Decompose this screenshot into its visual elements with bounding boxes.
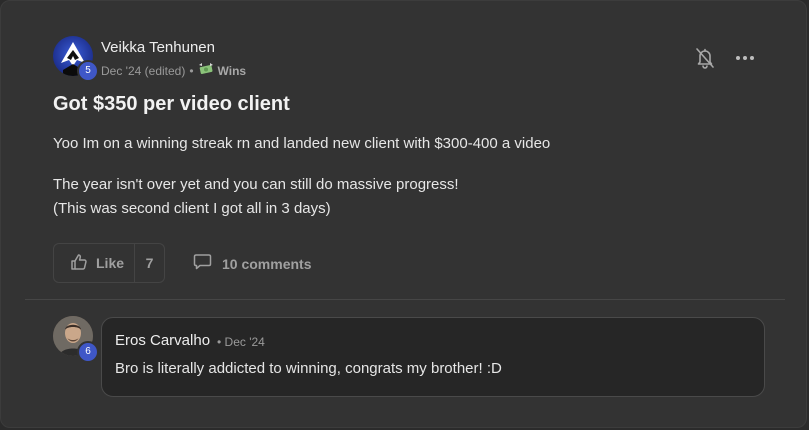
thumbs-up-icon xyxy=(70,253,88,274)
post-meta: Dec '24 (edited) • Wins xyxy=(101,62,246,79)
comment-author[interactable]: Eros Carvalho xyxy=(115,332,210,349)
post-title: Got $350 per video client xyxy=(53,93,290,115)
post-body-line: (This was second client I got all in 3 d… xyxy=(53,200,331,217)
flying-money-icon xyxy=(198,62,214,79)
comment-bubble-icon xyxy=(193,253,212,274)
post-body-line: The year isn't over yet and you can stil… xyxy=(53,176,459,193)
author-name[interactable]: Veikka Tenhunen xyxy=(101,39,215,56)
comment-text: Bro is literally addicted to winning, co… xyxy=(115,360,502,377)
post-date: Dec '24 (edited) xyxy=(101,63,186,78)
more-options-icon[interactable] xyxy=(734,48,756,68)
author-avatar[interactable]: 5 xyxy=(53,36,99,82)
comments-button[interactable]: 10 comments xyxy=(193,253,311,274)
comment-bubble: Eros Carvalho • Dec '24 Bro is literally… xyxy=(101,317,765,397)
post-card: 5 Veikka Tenhunen Dec '24 (edited) • Win… xyxy=(0,0,807,428)
commenter-avatar[interactable]: 6 xyxy=(53,316,99,363)
level-badge: 6 xyxy=(77,341,99,363)
like-count[interactable]: 7 xyxy=(135,255,164,271)
like-group: Like 7 xyxy=(53,243,165,283)
post-body-line: Yoo Im on a winning streak rn and landed… xyxy=(53,135,551,152)
level-badge: 5 xyxy=(77,60,99,82)
comments-label: 10 comments xyxy=(222,255,312,272)
meta-separator: • xyxy=(189,63,194,78)
like-label: Like xyxy=(96,255,125,271)
notification-bell-off-icon[interactable] xyxy=(695,47,715,69)
comment-date: • Dec '24 xyxy=(217,335,265,349)
post-category[interactable]: Wins xyxy=(218,64,247,78)
like-button[interactable]: Like xyxy=(54,244,134,282)
section-divider xyxy=(25,299,785,300)
